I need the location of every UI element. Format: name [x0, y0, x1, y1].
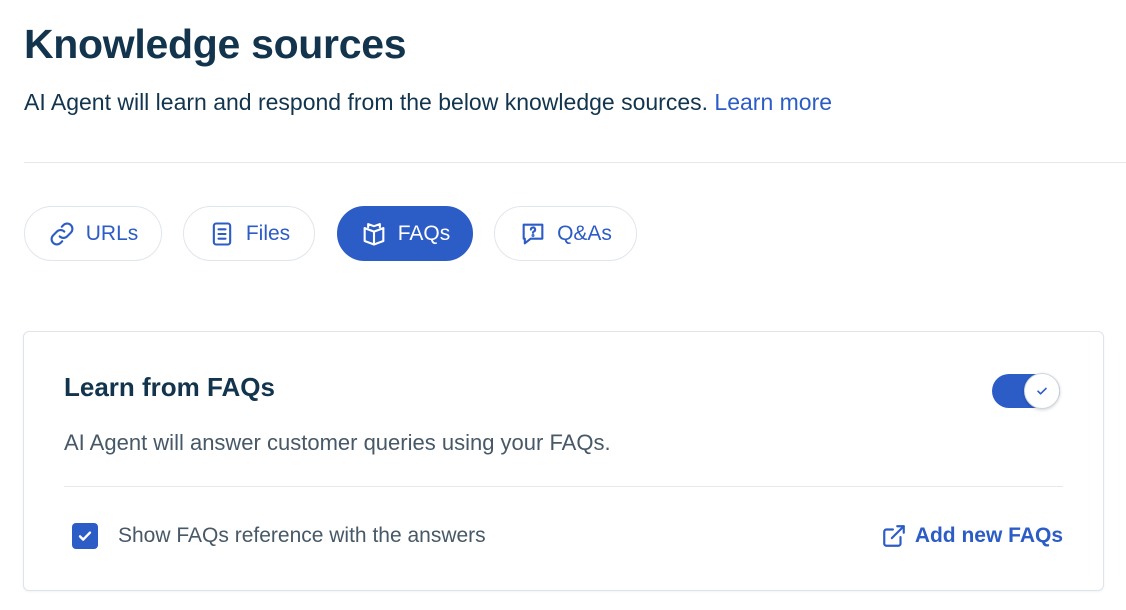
header-divider — [24, 162, 1126, 163]
show-faq-reference-checkbox[interactable] — [72, 523, 98, 549]
checkbox-label: Show FAQs reference with the answers — [118, 524, 486, 547]
toggle-knob — [1024, 373, 1060, 409]
tab-faqs-label: FAQs — [397, 221, 451, 245]
learn-from-faqs-toggle[interactable] — [992, 373, 1060, 409]
tab-faqs[interactable]: FAQs — [337, 206, 473, 261]
card-description: AI Agent will answer customer queries us… — [64, 430, 611, 455]
knowledge-sources-page: Knowledge sources AI Agent will learn an… — [0, 0, 1126, 610]
link-icon — [48, 220, 76, 248]
add-new-faqs-link[interactable]: Add new FAQs — [881, 521, 1063, 551]
tab-urls[interactable]: URLs — [24, 206, 162, 261]
add-new-faqs-label: Add new FAQs — [914, 524, 1063, 547]
tab-files[interactable]: Files — [183, 206, 315, 261]
card-title: Learn from FAQs — [64, 372, 275, 402]
page-title: Knowledge sources — [24, 21, 407, 67]
tab-qas-label: Q&As — [557, 221, 612, 245]
file-icon — [208, 220, 236, 248]
faq-settings-card: Learn from FAQs AI Agent will answer cus… — [23, 331, 1104, 591]
external-link-icon — [881, 523, 907, 549]
tab-qas[interactable]: Q&As — [494, 206, 637, 261]
check-icon — [1037, 387, 1047, 395]
card-divider — [64, 486, 1063, 487]
tab-files-label: Files — [245, 221, 291, 245]
book-icon — [360, 220, 388, 248]
page-subtitle: AI Agent will learn and respond from the… — [24, 86, 832, 118]
checkmark-icon — [78, 531, 92, 541]
learn-more-link[interactable]: Learn more — [714, 89, 832, 115]
question-chat-icon — [519, 220, 547, 248]
subtitle-text: AI Agent will learn and respond from the… — [24, 89, 709, 115]
tab-urls-label: URLs — [85, 221, 139, 245]
